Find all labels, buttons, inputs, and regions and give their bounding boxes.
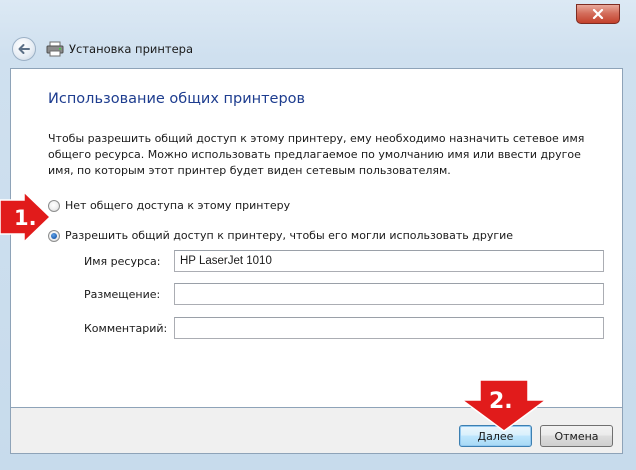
share-name-input[interactable]: HP LaserJet 1010	[174, 250, 604, 272]
screen: Установка принтера Использование общих п…	[0, 0, 636, 470]
annotation-marker-2-text: 2.	[489, 389, 513, 414]
radio-no-sharing[interactable]: Нет общего доступа к этому принтеру	[48, 199, 290, 212]
annotation-marker-1: 1.	[0, 192, 52, 242]
location-input[interactable]	[174, 283, 604, 305]
wizard-content: Использование общих принтеров Чтобы разр…	[10, 68, 623, 408]
location-label: Размещение:	[84, 288, 161, 301]
back-button[interactable]	[12, 37, 36, 61]
annotation-marker-2: 2.	[460, 380, 548, 432]
radio-share-printer-label: Разрешить общий доступ к принтеру, чтобы…	[65, 229, 514, 242]
share-name-label: Имя ресурса:	[84, 255, 161, 268]
back-arrow-icon	[18, 44, 30, 54]
close-button[interactable]	[576, 4, 620, 24]
navigation-bar: Установка принтера	[10, 34, 620, 64]
close-icon	[592, 9, 604, 19]
comment-input[interactable]	[174, 317, 604, 339]
page-description: Чтобы разрешить общий доступ к этому при…	[48, 132, 585, 177]
printer-icon	[46, 41, 64, 57]
radio-no-sharing-label: Нет общего доступа к этому принтеру	[65, 199, 291, 212]
radio-share-printer[interactable]: Разрешить общий доступ к принтеру, чтобы…	[48, 229, 513, 242]
comment-label: Комментарий:	[84, 322, 168, 335]
page-heading: Использование общих принтеров	[48, 91, 306, 107]
cancel-button[interactable]: Отмена	[540, 425, 613, 447]
window-title: Установка принтера	[69, 42, 193, 56]
annotation-marker-1-text: 1.	[14, 206, 37, 230]
